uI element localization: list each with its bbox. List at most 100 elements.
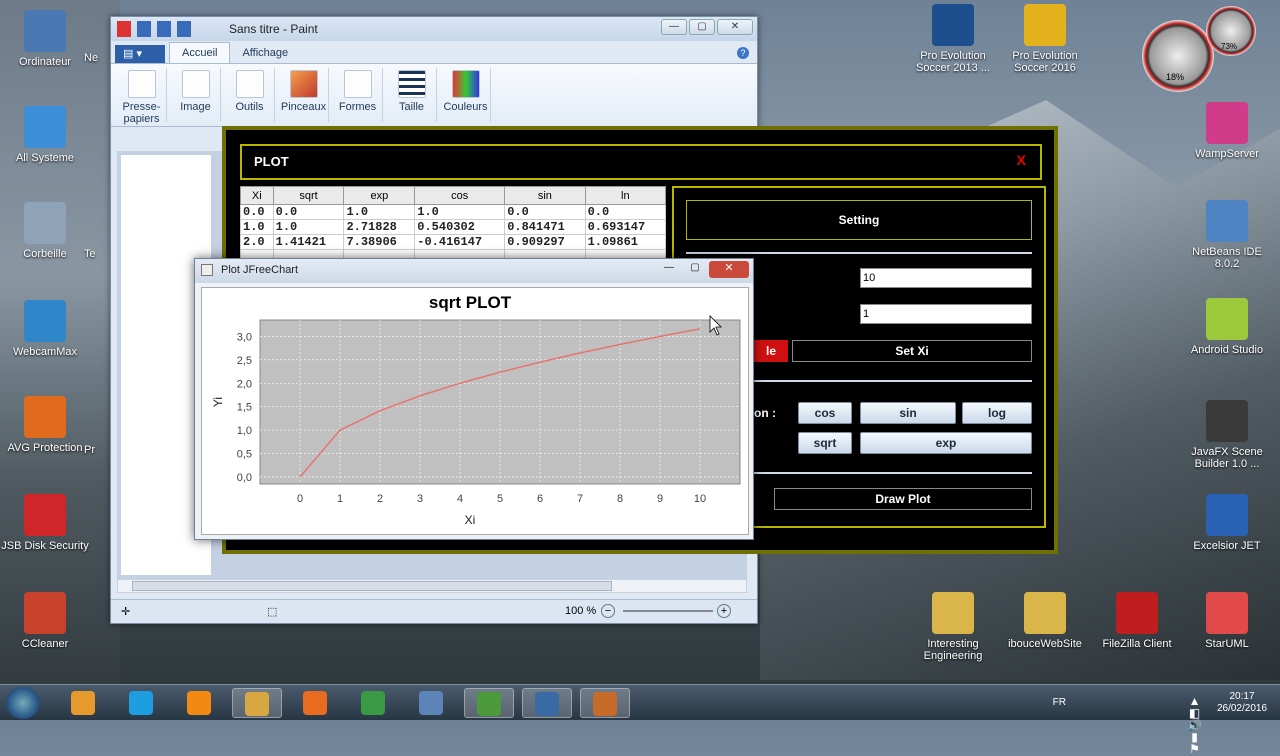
paint-taskbar-button[interactable] (522, 688, 572, 718)
chart-window[interactable]: Plot JFreeChart — ▢ ✕ sqrt PLOT 0 1 2 3 4 5 6 7 8… (194, 258, 754, 540)
table-cell[interactable]: 0.909297 (504, 234, 586, 250)
zoom-in-button[interactable]: + (717, 604, 731, 618)
language-indicator[interactable]: FR (1053, 697, 1066, 709)
red-action-button[interactable]: le (754, 340, 788, 362)
column-header[interactable]: exp (343, 186, 416, 205)
desktop-icon[interactable]: Corbeille (0, 202, 90, 260)
virtualbox-taskbar-button[interactable] (406, 688, 456, 718)
paint-titlebar[interactable]: Sans titre - Paint — ▢ ✕ (111, 17, 757, 41)
clock-date[interactable]: 26/02/2016 (1212, 703, 1272, 715)
desktop-icon[interactable]: All Systeme (0, 106, 90, 164)
values-table[interactable]: Xi sqrt exp cos sin ln 0.0 0.0 1.0 1.0 0.0 0.0 1.0 1… (240, 186, 667, 265)
sin-button[interactable]: sin (860, 402, 956, 424)
chart-panel[interactable]: sqrt PLOT 0 1 2 3 4 5 6 7 8 9 10 0,0 0,5 1,0 1,5 2,0 2,5 3… (201, 287, 749, 535)
spreadsheet-taskbar-button[interactable] (464, 688, 514, 718)
column-header[interactable]: Xi (240, 186, 274, 205)
table-cell[interactable]: 7.38906 (343, 234, 416, 250)
maximize-button[interactable]: ▢ (689, 19, 715, 35)
column-header[interactable]: sqrt (272, 186, 345, 205)
table-cell[interactable]: 1.0 (414, 204, 506, 220)
desktop-icon[interactable]: ibouceWebSite (1000, 592, 1090, 650)
skype-taskbar-button[interactable] (116, 688, 166, 718)
table-row[interactable]: 1.0 1.0 2.71828 0.540302 0.841471 0.693147 (240, 219, 667, 235)
table-cell[interactable]: 1.09861 (584, 234, 667, 250)
table-cell[interactable]: 1.41421 (272, 234, 345, 250)
desktop-icon[interactable]: WampServer (1182, 102, 1272, 160)
plot-close-button[interactable]: X (1017, 152, 1026, 168)
table-cell[interactable]: -0.416147 (414, 234, 506, 250)
desktop-icon[interactable]: WebcamMax (0, 300, 90, 358)
desktop-icon[interactable]: StarUML (1182, 592, 1272, 650)
cpu-gauge-gadget[interactable]: 18% (1142, 20, 1214, 92)
desktop-icon[interactable]: Excelsior JET (1182, 494, 1272, 552)
table-cell[interactable]: 0.0 (272, 204, 345, 220)
group-couleurs[interactable]: Couleurs (441, 68, 491, 122)
ram-gauge-gadget[interactable]: 73% (1206, 6, 1256, 56)
help-icon[interactable]: ? (737, 47, 749, 59)
tray-icons[interactable]: ▲ ◧ 🔊 ▮ ⚑ (1187, 695, 1202, 755)
tab-accueil[interactable]: Accueil (169, 42, 231, 63)
desktop-icon[interactable]: AVG Protection (0, 396, 90, 454)
scrollbar-thumb[interactable] (132, 581, 612, 591)
table-cell[interactable]: 0.0 (240, 204, 274, 220)
desktop-icon[interactable]: Android Studio (1182, 298, 1272, 356)
desktop-icon[interactable]: Ordinateur (0, 10, 90, 68)
column-header[interactable]: cos (414, 186, 506, 205)
desktop-icon[interactable]: Interesting Engineering (908, 592, 998, 662)
table-cell[interactable]: 0.0 (504, 204, 586, 220)
group-outils[interactable]: Outils (225, 68, 275, 122)
group-presse-papiers[interactable]: Presse-papiers (117, 68, 167, 125)
group-formes[interactable]: Formes (333, 68, 383, 122)
desktop-icon[interactable]: CCleaner (0, 592, 90, 650)
desktop-icon[interactable]: NetBeans IDE 8.0.2 (1182, 200, 1272, 270)
close-button[interactable]: ✕ (717, 19, 753, 35)
table-cell[interactable]: 0.0 (584, 204, 667, 220)
table-cell[interactable]: 0.841471 (504, 219, 586, 235)
desktop-icon[interactable]: Pro Evolution Soccer 2013 ... (908, 4, 998, 74)
start-button[interactable] (6, 687, 40, 719)
table-cell[interactable]: 0.540302 (414, 219, 506, 235)
draw-plot-button[interactable]: Draw Plot (774, 488, 1032, 510)
table-cell[interactable]: 0.693147 (584, 219, 667, 235)
chrome-taskbar-button[interactable] (348, 688, 398, 718)
minimize-button[interactable]: — (657, 262, 681, 278)
step-field[interactable] (860, 304, 1032, 324)
cos-button[interactable]: cos (798, 402, 852, 424)
clock-time[interactable]: 20:17 (1212, 691, 1272, 703)
sqrt-button[interactable]: sqrt (798, 432, 852, 454)
table-row[interactable]: 2.0 1.41421 7.38906 -0.416147 0.909297 1.0986… (240, 234, 667, 250)
table-row[interactable]: 0.0 0.0 1.0 1.0 0.0 0.0 (240, 204, 667, 220)
column-header[interactable]: sin (504, 186, 586, 205)
max-field[interactable] (860, 268, 1032, 288)
table-cell[interactable]: 1.0 (240, 219, 274, 235)
minimize-button[interactable]: — (661, 19, 687, 35)
horizontal-scrollbar[interactable] (117, 579, 747, 593)
table-cell[interactable]: 2.71828 (343, 219, 416, 235)
explorer-taskbar-button[interactable] (232, 688, 282, 718)
group-image[interactable]: Image (171, 68, 221, 122)
media-player-taskbar-button[interactable] (58, 688, 108, 718)
chart-titlebar[interactable]: Plot JFreeChart — ▢ ✕ (195, 259, 753, 283)
set-xi-button[interactable]: Set Xi (792, 340, 1032, 362)
sqrt-chart[interactable]: sqrt PLOT 0 1 2 3 4 5 6 7 8 9 10 0,0 0,5 1,0 1,5 2,0 2,5 3… (202, 288, 750, 536)
zoom-slider[interactable] (623, 610, 713, 612)
group-pinceaux[interactable]: Pinceaux (279, 68, 329, 122)
desktop-icon[interactable]: JavaFX Scene Builder 1.0 ... (1182, 400, 1272, 470)
exp-button[interactable]: exp (860, 432, 1032, 454)
file-menu-button[interactable]: ▤ ▾ (115, 45, 165, 63)
maximize-button[interactable]: ▢ (683, 262, 707, 278)
table-cell[interactable]: 2.0 (240, 234, 274, 250)
zoom-out-button[interactable]: − (601, 604, 615, 618)
desktop-icon[interactable]: Pro Evolution Soccer 2016 (1000, 4, 1090, 74)
table-cell[interactable]: 1.0 (343, 204, 416, 220)
firefox-taskbar-button[interactable] (290, 688, 340, 718)
paint-quick-access-icon[interactable] (117, 21, 217, 37)
group-taille[interactable]: Taille (387, 68, 437, 122)
desktop-icon[interactable]: FileZilla Client (1092, 592, 1182, 650)
vlc-taskbar-button[interactable] (174, 688, 224, 718)
column-header[interactable]: ln (584, 186, 667, 205)
log-button[interactable]: log (962, 402, 1032, 424)
desktop-icon[interactable]: JSB Disk Security (0, 494, 90, 552)
java-taskbar-button[interactable] (580, 688, 630, 718)
table-cell[interactable]: 1.0 (272, 219, 345, 235)
